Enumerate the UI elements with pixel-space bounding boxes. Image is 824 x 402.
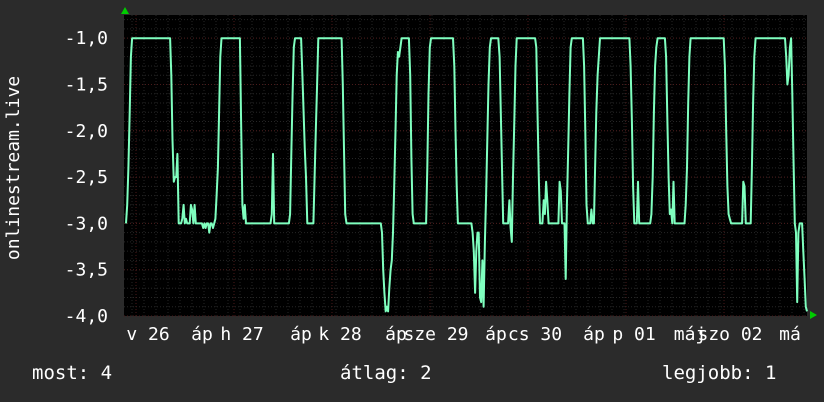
x-tick-label: sze 29	[403, 324, 468, 345]
chart: -1,0 -1,5 -2,0 -2,5 -3,0 -3,5 -4,0 v 26 áp h 27 á…	[3, 7, 817, 345]
current-value-label: most: 4	[32, 362, 113, 384]
x-tick-label: áp	[583, 324, 605, 345]
y-tick-labels: -1,0 -1,5 -2,0 -2,5 -3,0 -3,5 -4,0	[65, 28, 108, 327]
x-axis-arrow	[810, 311, 817, 319]
x-tick-label: v 26	[126, 324, 169, 345]
y-tick-label: -1,5	[65, 74, 108, 95]
x-tick-label: áp	[191, 324, 213, 345]
y-tick-label: -2,5	[65, 167, 108, 188]
plot-background	[124, 15, 807, 316]
x-tick-label: k 28	[318, 324, 361, 345]
y-tick-label: -4,0	[65, 306, 108, 327]
x-tick-label: má	[779, 324, 801, 345]
y-tick-label: -3,5	[65, 260, 108, 281]
y-axis-arrow	[121, 7, 129, 14]
x-tick-label: h 27	[220, 324, 263, 345]
y-tick-label: -1,0	[65, 28, 108, 49]
x-tick-label: cs 30	[508, 324, 562, 345]
x-tick-label: szo 02	[697, 324, 762, 345]
y-axis-title: onlinestream.live	[3, 76, 24, 260]
y-tick-label: -2,0	[65, 121, 108, 142]
x-tick-label: áp	[485, 324, 507, 345]
average-value-label: átlag: 2	[340, 362, 432, 384]
y-tick-label: -3,0	[65, 213, 108, 234]
x-tick-labels: v 26 áp h 27 áp k 28 ápsze 29 áp cs 30 áp p 01 máj…	[126, 324, 801, 345]
best-value-label: legjobb: 1	[662, 362, 777, 384]
x-tick-label: áp	[290, 324, 312, 345]
x-tick-label: p 01	[612, 324, 655, 345]
